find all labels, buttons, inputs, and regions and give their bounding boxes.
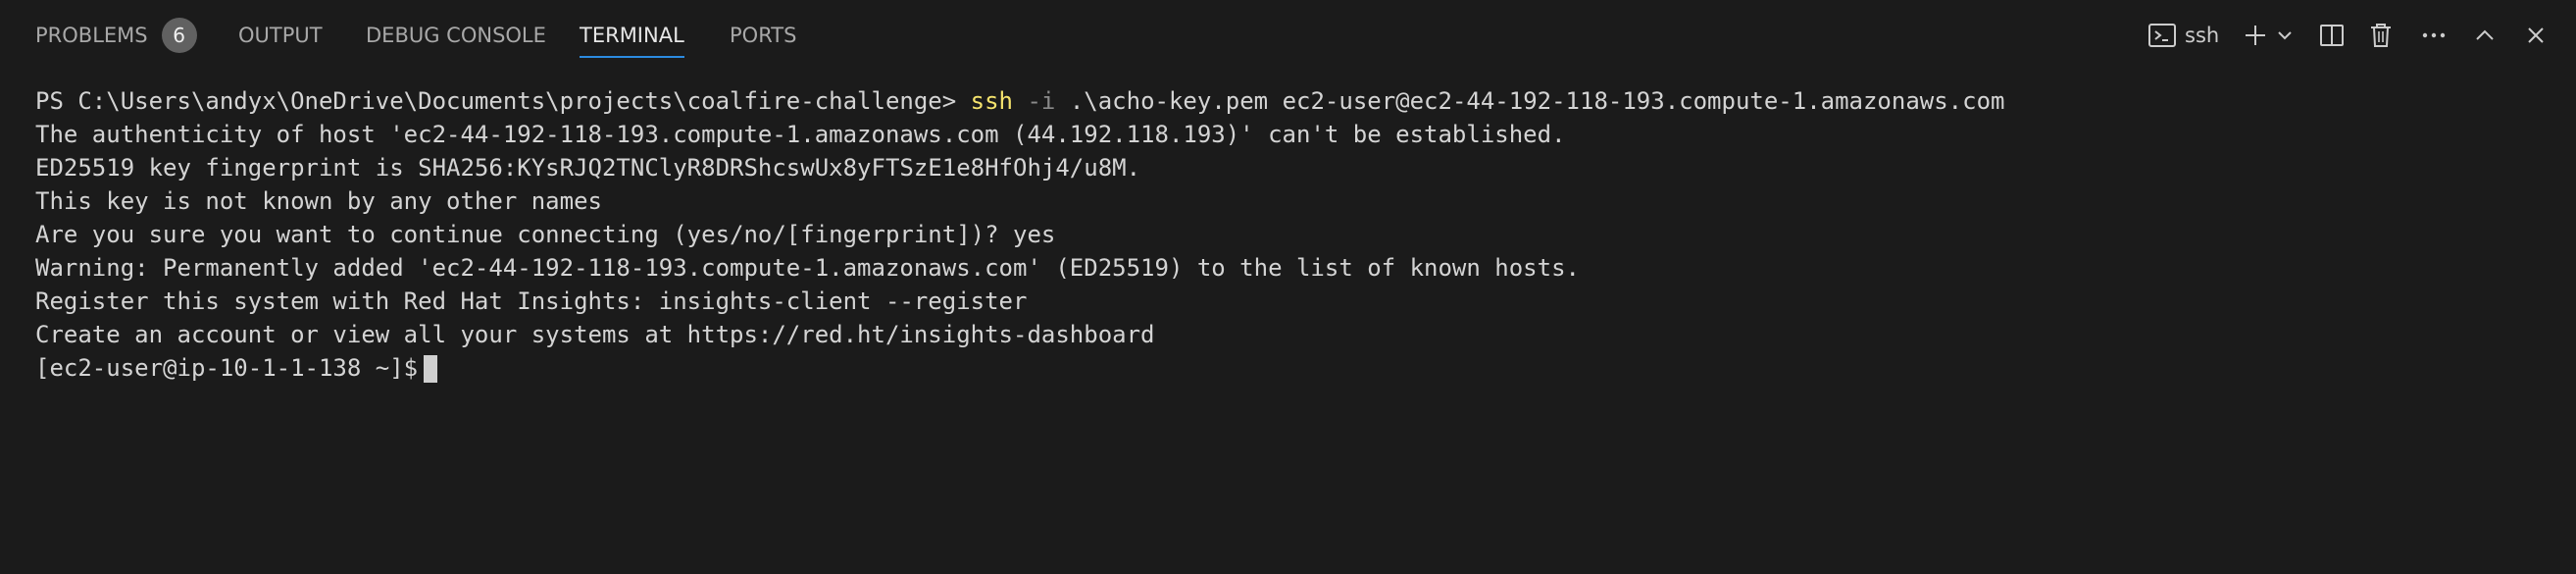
tab-problems-label: PROBLEMS (35, 24, 148, 47)
maximize-panel-button[interactable] (2469, 18, 2500, 53)
trash-icon (2368, 22, 2394, 49)
tab-output-label: OUTPUT (238, 24, 323, 47)
tab-debug-console[interactable]: DEBUG CONSOLE (366, 0, 546, 71)
terminal-icon (2147, 21, 2177, 50)
terminal-line: ED25519 key fingerprint is SHA256:KYsRJQ… (35, 154, 1141, 182)
close-panel-button[interactable] (2520, 18, 2551, 53)
terminal-line: Warning: Permanently added 'ec2-44-192-1… (35, 254, 1580, 282)
new-terminal-button[interactable] (2240, 18, 2271, 53)
terminal-profile-dropdown[interactable] (2273, 18, 2297, 53)
split-icon (2319, 23, 2345, 48)
split-terminal-button[interactable] (2316, 18, 2348, 53)
terminal-instance-ssh[interactable]: ssh (2147, 18, 2226, 53)
plus-icon (2243, 23, 2268, 48)
more-actions-button[interactable] (2418, 18, 2450, 53)
remote-prompt-line: [ec2-user@ip-10-1-1-138 ~]$ (35, 351, 2576, 385)
terminal-line: Register this system with Red Hat Insigh… (35, 287, 1028, 315)
chevron-up-icon (2473, 24, 2497, 47)
terminal-cursor (424, 355, 438, 383)
terminal-panel: PROBLEMS 6 OUTPUT DEBUG CONSOLE TERMINAL… (0, 0, 2576, 574)
terminal-instance-name: ssh (2185, 24, 2220, 47)
tab-debug-console-label: DEBUG CONSOLE (366, 24, 546, 47)
active-tab-indicator (580, 56, 684, 58)
kill-terminal-button[interactable] (2365, 18, 2397, 53)
terminal-line: The authenticity of host 'ec2-44-192-118… (35, 121, 1566, 148)
terminal-output[interactable]: PS C:\Users\andyx\OneDrive\Documents\pro… (35, 84, 2576, 574)
local-prompt: PS C:\Users\andyx\OneDrive\Documents\pro… (35, 87, 971, 115)
tab-terminal[interactable]: TERMINAL (580, 0, 684, 71)
tab-problems[interactable]: PROBLEMS 6 (35, 0, 197, 71)
terminal-line: This key is not known by any other names (35, 187, 602, 215)
tab-terminal-label: TERMINAL (580, 24, 684, 47)
tab-ports-label: PORTS (730, 24, 797, 47)
close-icon (2524, 24, 2548, 47)
ellipsis-icon (2421, 23, 2447, 48)
terminal-line: Are you sure you want to continue connec… (35, 221, 1056, 248)
terminal-command-line: PS C:\Users\andyx\OneDrive\Documents\pro… (35, 84, 2576, 118)
problems-count-badge: 6 (161, 18, 197, 53)
tab-ports[interactable]: PORTS (730, 0, 796, 71)
command-args: .\acho-key.pem ec2-user@ec2-44-192-118-1… (1069, 87, 2005, 115)
remote-prompt: [ec2-user@ip-10-1-1-138 ~]$ (35, 354, 419, 382)
command-name: ssh (970, 87, 1014, 115)
tab-output[interactable]: OUTPUT (238, 0, 323, 71)
chevron-down-icon (2276, 26, 2294, 44)
terminal-line: Create an account or view all your syste… (35, 321, 1155, 348)
panel-tab-bar: PROBLEMS 6 OUTPUT DEBUG CONSOLE TERMINAL… (0, 0, 2576, 71)
command-flag: -i (1027, 87, 1056, 115)
